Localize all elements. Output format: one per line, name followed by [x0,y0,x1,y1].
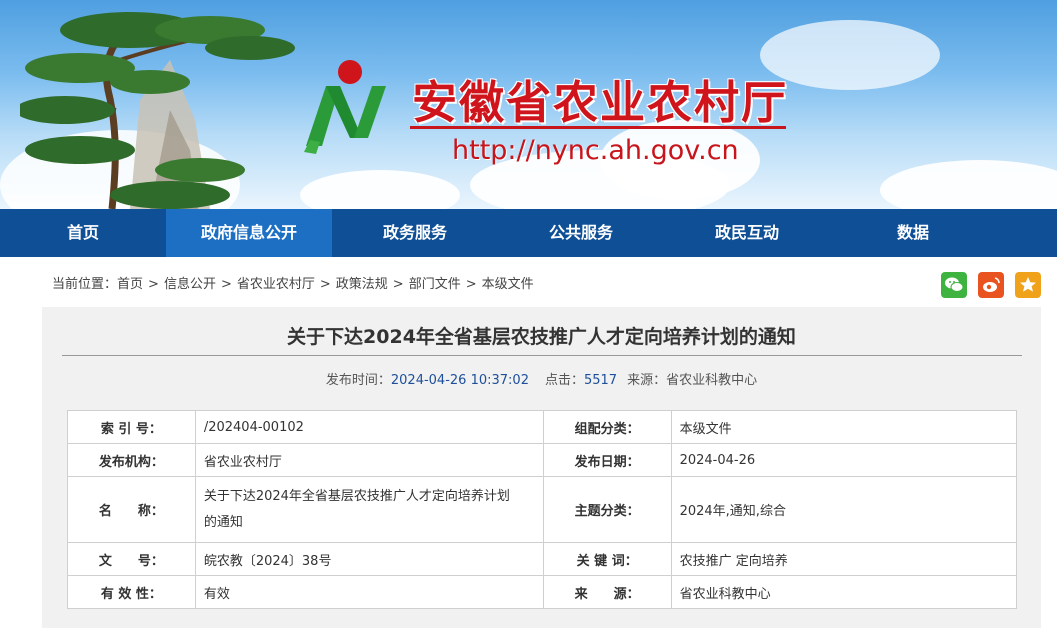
table-row: 名 称： 关于下达2024年全省基层农技推广人才定向培养计划 的通知 主题分类：… [67,476,1018,543]
docno-value: 皖农教〔2024〕38号 [194,542,544,576]
source-value: 省农业科教中心 [670,575,1018,609]
breadcrumb-separator: > [465,277,477,292]
pine-tree-scenery-icon [20,12,295,209]
org-label: 发布机构： [67,443,196,477]
index-label: 索 引 号： [67,410,196,444]
article-title: 关于下达2024年全省基层农技推广人才定向培养计划的通知 [287,326,796,348]
breadcrumb-item-policy[interactable]: 政策法规 [336,277,388,292]
favorite-star-icon[interactable] [1015,272,1041,298]
nav-item-gov-service[interactable]: 政务服务 [332,209,498,257]
breadcrumb-separator: > [392,277,404,292]
table-row: 索 引 号： /202404-00102 组配分类： 本级文件 [67,410,1018,444]
article-meta: 发布时间：2024-04-26 10:37:02 点击：5517 来源：省农业科教中… [42,369,1041,388]
name-value: 关于下达2024年全省基层农技推广人才定向培养计划 的通知 [194,476,544,543]
main-nav: 首页 政府信息公开 政务服务 公共服务 政民互动 数据 [0,209,1057,257]
category-value: 本级文件 [670,410,1018,444]
breadcrumb-separator: > [319,277,331,292]
keywords-value: 农技推广 定向培养 [670,542,1018,576]
nav-item-home[interactable]: 首页 [0,209,166,257]
source-label: 来源： [627,373,667,388]
site-banner: 安徽省农业农村厅 http://nync.ah.gov.cn [0,0,1057,209]
docno-label: 文 号： [67,542,196,576]
wechat-icon[interactable] [941,272,967,298]
breadcrumb-item-home[interactable]: 首页 [117,277,143,292]
publish-time: 2024-04-26 10:37:02 [390,373,529,388]
breadcrumb-separator: > [220,277,232,292]
title-divider [62,355,1022,356]
breadcrumb-item-dept-docs[interactable]: 部门文件 [409,277,461,292]
publish-time-label: 发布时间： [325,373,391,388]
topic-label: 主题分类： [542,476,672,543]
validity-value: 有效 [194,575,544,609]
table-row: 文 号： 皖农教〔2024〕38号 关 键 词： 农技推广 定向培养 [67,542,1018,576]
site-url[interactable]: http://nync.ah.gov.cn [452,135,739,166]
ministry-logo-icon [296,58,396,158]
nav-item-data[interactable]: 数据 [830,209,996,257]
date-value: 2024-04-26 [670,443,1018,477]
site-title: 安徽省农业农村厅 [412,76,789,129]
breadcrumb-separator: > [148,277,159,292]
nav-item-interaction[interactable]: 政民互动 [664,209,830,257]
click-count: 5517 [583,373,618,388]
name-label: 名 称： [67,476,196,543]
validity-label: 有 效 性： [67,575,196,609]
name-value-line1: 关于下达2024年全省基层农技推广人才定向培养计划 [203,488,510,504]
table-row: 有 效 性： 有效 来 源： 省农业科教中心 [67,575,1018,609]
article-header: 关于下达2024年全省基层农技推广人才定向培养计划的通知 发布时间：2024-0… [42,307,1041,403]
index-value: /202404-00102 [194,410,544,444]
weibo-icon[interactable] [978,272,1004,298]
nav-item-gov-info[interactable]: 政府信息公开 [166,209,332,257]
breadcrumb-item-local-docs[interactable]: 本级文件 [482,277,534,292]
breadcrumb-item-info[interactable]: 信息公开 [164,277,216,292]
breadcrumb-prefix: 当前位置： [52,277,118,292]
title-underline [410,126,786,129]
org-value: 省农业农村厅 [194,443,544,477]
category-label: 组配分类： [542,410,672,444]
article-source: 省农业科教中心 [666,373,758,388]
table-row: 发布机构： 省农业农村厅 发布日期： 2024-04-26 [67,443,1018,477]
keywords-label: 关 键 词： [542,542,672,576]
name-value-line2: 的通知 [203,514,243,530]
topic-value: 2024年,通知,综合 [670,476,1018,543]
document-info-table: 索 引 号： /202404-00102 组配分类： 本级文件 发布机构： 省农… [67,410,1018,609]
breadcrumb-item-dept[interactable]: 省农业农村厅 [237,277,315,292]
date-label: 发布日期： [542,443,672,477]
nav-item-public-service[interactable]: 公共服务 [498,209,664,257]
source-label: 来 源： [542,575,672,609]
clicks-label: 点击： [544,373,584,388]
breadcrumb: 当前位置：首页 > 信息公开 > 省农业农村厅 > 政策法规 > 部门文件 > 本级文件 [52,273,534,292]
